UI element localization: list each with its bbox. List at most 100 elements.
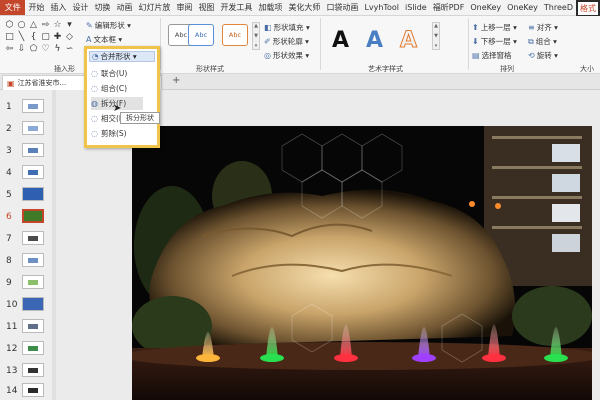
slide-thumbnail[interactable]: 5 [0,184,56,206]
tab-review[interactable]: 审阅 [173,0,195,15]
slide-preview [22,253,44,267]
tab-format[interactable]: 格式 [576,0,600,17]
subtract-icon: ◌ [91,129,98,138]
art-text-style-black[interactable]: A [332,28,349,53]
group-button[interactable]: ⧉ 组合 ▾ [528,36,557,47]
paint-bucket-icon: ◧ [264,23,272,32]
more-shapes-icon[interactable]: ▾ [64,20,75,31]
tab-slideshow[interactable]: 幻灯片放 [135,0,173,15]
slide-thumbnail[interactable]: 14 [0,380,56,400]
tab-threed[interactable]: ThreeD [541,0,576,15]
bring-forward-icon: ⬆ [472,23,479,32]
tab-design[interactable]: 设计 [69,0,91,15]
slide-number: 7 [6,234,12,244]
lightning-shape-icon[interactable]: ϟ [52,44,63,55]
pentagon-shape-icon[interactable]: ⬠ [28,44,39,55]
powerpoint-window: 文件 开始 插入 设计 切换 动画 幻灯片放 审阅 视图 开发工具 加载项 美化… [0,0,600,400]
slide-number: 13 [6,366,18,376]
tab-koudai[interactable]: 口袋动画 [323,0,361,15]
slide-thumbnail-selected[interactable]: 6 [0,206,56,228]
tab-lvyhtool[interactable]: LvyhTool [361,0,402,15]
down-arrow-shape-icon[interactable]: ⇩ [16,44,27,55]
slide-thumbnail[interactable]: 7 [0,228,56,250]
slide-number: 3 [6,146,12,156]
merge-shapes-button[interactable]: ◔ 合并形状 ▾ [89,51,155,62]
add-tab-button[interactable]: + [172,75,180,86]
slide-thumbnail[interactable]: 4 [0,162,56,184]
shape-style-2[interactable]: Abc [188,24,214,46]
slide-thumbnail[interactable]: 1 [0,96,56,118]
tab-view[interactable]: 视图 [195,0,217,15]
shape-styles-group-label: 形状样式 [196,65,224,73]
diamond-shape-icon[interactable]: ◇ [64,32,75,43]
rotate-button[interactable]: ⟲ 旋转 ▾ [528,50,558,61]
shape-effects-button[interactable]: ◎ 形状效果 ▾ [264,50,309,61]
send-backward-button[interactable]: ⬇ 下移一层 ▾ [472,36,517,47]
left-arrow-shape-icon[interactable]: ⇦ [4,44,15,55]
text-box-icon: A [86,35,92,44]
slide-preview [22,209,44,223]
selection-pane-button[interactable]: ▤ 选择窗格 [472,50,512,61]
tab-home[interactable]: 开始 [25,0,47,15]
curve-shape-icon[interactable]: ∽ [64,44,75,55]
edit-shape-label: 编辑形状 ▾ [94,21,131,30]
art-text-more-button[interactable]: ▲ ▼ ▾ [432,22,440,50]
tab-addins[interactable]: 加载项 [255,0,285,15]
shape-gallery[interactable]: ⬡ ○ △ ⇨ ☆ ▾ □ ╲ { ▢ ✚ ◇ ⇦ ⇩ ⬠ ♡ ϟ ∽ [4,20,74,60]
cross-shape-icon[interactable]: ✚ [52,32,63,43]
tab-foxit-pdf[interactable]: 福昕PDF [430,0,468,15]
tab-islide[interactable]: iSlide [402,0,430,15]
menu-item-subtract[interactable]: ◌ 剪除(S) [91,127,143,140]
tab-developer[interactable]: 开发工具 [217,0,255,15]
shape-styles-more-button[interactable]: ▲ ▼ ▾ [252,22,260,50]
edit-shape-button[interactable]: ✎ 编辑形状 ▾ [86,20,131,31]
shape-fill-button[interactable]: ◧ 形状填充 ▾ [264,22,310,33]
align-button[interactable]: ≡ 对齐 ▾ [528,22,558,33]
heart-shape-icon[interactable]: ♡ [40,44,51,55]
slide-number: 4 [6,168,12,178]
hexagon-shape-icon[interactable]: ⬡ [4,20,15,31]
slide-thumbnail[interactable]: 9 [0,272,56,294]
slide-thumbnail[interactable]: 10 [0,294,56,316]
tab-insert[interactable]: 插入 [47,0,69,15]
art-text-style-orange-outline[interactable]: A [399,28,417,54]
effects-icon: ◎ [264,51,271,60]
slide-thumbnail[interactable]: 2 [0,118,56,140]
shape-outline-button[interactable]: ✐ 形状轮廓 ▾ [264,36,309,47]
tab-file[interactable]: 文件 [0,0,26,15]
bracket-shape-icon[interactable]: { [28,32,39,43]
line-shape-icon[interactable]: ╲ [16,32,27,43]
rounded-rect-shape-icon[interactable]: ▢ [40,32,51,43]
slide-thumbnail[interactable]: 8 [0,250,56,272]
star-shape-icon[interactable]: ☆ [52,20,63,31]
slide-thumbnail[interactable]: 3 [0,140,56,162]
slide-photo-fountain-rockery[interactable] [132,126,592,400]
slide-preview [22,121,44,135]
merge-shapes-dropdown: ◔ 合并形状 ▾ ◌ 联合(U) ◌ 组合(C) ◍ 拆分(F) ◌ 相交(I)… [84,46,160,148]
tab-animations[interactable]: 动画 [113,0,135,15]
arrow-shape-icon[interactable]: ⇨ [40,20,51,31]
menu-item-combine[interactable]: ◌ 组合(C) [91,82,143,95]
slide-thumbnail[interactable]: 13 [0,360,56,382]
tab-transitions[interactable]: 切换 [91,0,113,15]
rect-shape-icon[interactable]: □ [4,32,15,43]
tab-meihua[interactable]: 美化大师 [285,0,323,15]
group-icon: ⧉ [528,36,534,46]
tab-onekey-1[interactable]: OneKey [467,0,504,15]
insert-shapes-group-label: 插入形 [54,65,75,73]
slide-thumbnail[interactable]: 11 [0,316,56,338]
slide-preview [22,231,44,245]
shape-outline-label: 形状轮廓 ▾ [272,37,309,46]
slide-number: 5 [6,190,12,200]
triangle-shape-icon[interactable]: △ [28,20,39,31]
text-box-button[interactable]: A 文本框 ▾ [86,34,122,45]
tab-onekey-2[interactable]: OneKey [504,0,541,15]
bring-forward-button[interactable]: ⬆ 上移一层 ▾ [472,22,517,33]
edit-shape-icon: ✎ [86,21,93,30]
slide-thumbnail[interactable]: 12 [0,338,56,360]
art-text-style-blue[interactable]: A [366,28,383,53]
menu-item-union[interactable]: ◌ 联合(U) [91,67,143,80]
circle-shape-icon[interactable]: ○ [16,20,27,31]
shape-fill-label: 形状填充 ▾ [273,23,310,32]
shape-style-3[interactable]: Abc [222,24,248,46]
